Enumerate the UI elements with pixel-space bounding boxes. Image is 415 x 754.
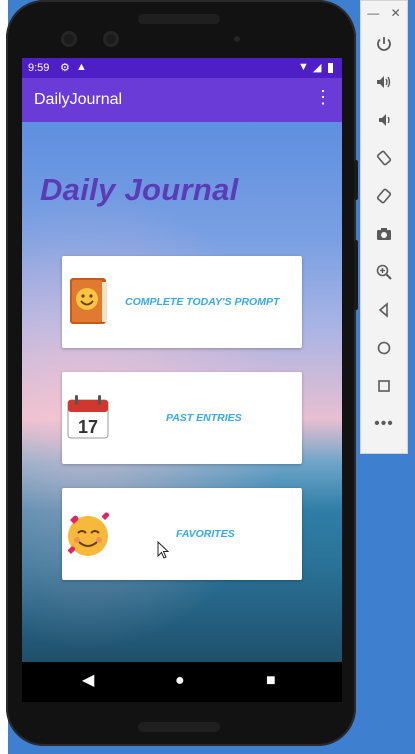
recents-icon[interactable]: ■ xyxy=(266,672,276,690)
zoom-icon[interactable] xyxy=(361,263,407,283)
front-sensor xyxy=(103,31,119,47)
window-controls: — ✕ xyxy=(361,6,407,20)
journal-home-content: Daily Journal COMPLETE TODAY'S PROMPT 17… xyxy=(22,122,342,662)
rotate-left-icon[interactable] xyxy=(361,149,407,169)
rotate-right-icon[interactable] xyxy=(361,187,407,207)
proximity-sensor xyxy=(234,36,240,42)
back-icon[interactable]: ◀ xyxy=(82,672,94,690)
close-icon[interactable]: ✕ xyxy=(391,6,401,20)
bottom-speaker xyxy=(138,722,220,732)
wifi-icon: ▼ xyxy=(298,61,309,73)
battery-icon xyxy=(328,63,333,73)
back-icon[interactable] xyxy=(361,301,407,321)
page-title: Daily Journal xyxy=(40,172,239,207)
past-entries-button[interactable]: 17 PAST ENTRIES xyxy=(62,372,302,464)
app-title: DailyJournal xyxy=(34,91,123,108)
overflow-menu-icon[interactable]: ⋮ xyxy=(314,88,332,106)
complete-prompt-label: COMPLETE TODAY'S PROMPT xyxy=(125,296,280,308)
more-icon[interactable]: ••• xyxy=(361,415,407,433)
mouse-cursor-icon xyxy=(157,541,169,559)
earpiece-speaker xyxy=(138,14,220,24)
overview-icon[interactable] xyxy=(361,377,407,397)
volume-up-icon[interactable] xyxy=(361,73,407,93)
status-time: 9:59 xyxy=(28,62,50,74)
gear-icon: ⚙ xyxy=(60,62,70,74)
complete-prompt-button[interactable]: COMPLETE TODAY'S PROMPT xyxy=(62,256,302,348)
emulator-toolbar: — ✕ ••• xyxy=(360,0,408,454)
power-side-button xyxy=(354,160,358,200)
device-screen: 9:59 ⚙ ▲ ▼ ◢ DailyJournal ⋮ Daily Journa… xyxy=(22,58,342,702)
calendar-day-number: 17 xyxy=(78,417,98,437)
camera-icon[interactable] xyxy=(361,225,407,245)
volume-down-icon[interactable] xyxy=(361,111,407,131)
home-icon[interactable] xyxy=(361,339,407,359)
favorites-label: FAVORITES xyxy=(176,528,235,540)
signal-icon: ◢ xyxy=(313,62,322,74)
warning-icon: ▲ xyxy=(76,61,87,73)
navigation-bar: ◀ ● ■ xyxy=(22,662,342,702)
journal-book-icon xyxy=(64,274,112,330)
past-entries-label: PAST ENTRIES xyxy=(166,412,242,424)
smiling-face-with-hearts-icon xyxy=(64,506,112,562)
home-icon[interactable]: ● xyxy=(175,672,185,690)
front-camera xyxy=(61,31,77,47)
volume-side-button xyxy=(354,240,358,310)
power-icon[interactable] xyxy=(361,35,407,55)
status-bar: 9:59 ⚙ ▲ ▼ ◢ xyxy=(22,58,342,78)
app-bar: DailyJournal ⋮ xyxy=(22,78,342,122)
calendar-icon: 17 xyxy=(64,390,112,446)
minimize-icon[interactable]: — xyxy=(367,6,379,20)
emulator-device-frame: 9:59 ⚙ ▲ ▼ ◢ DailyJournal ⋮ Daily Journa… xyxy=(6,0,358,746)
favorites-button[interactable]: FAVORITES xyxy=(62,488,302,580)
